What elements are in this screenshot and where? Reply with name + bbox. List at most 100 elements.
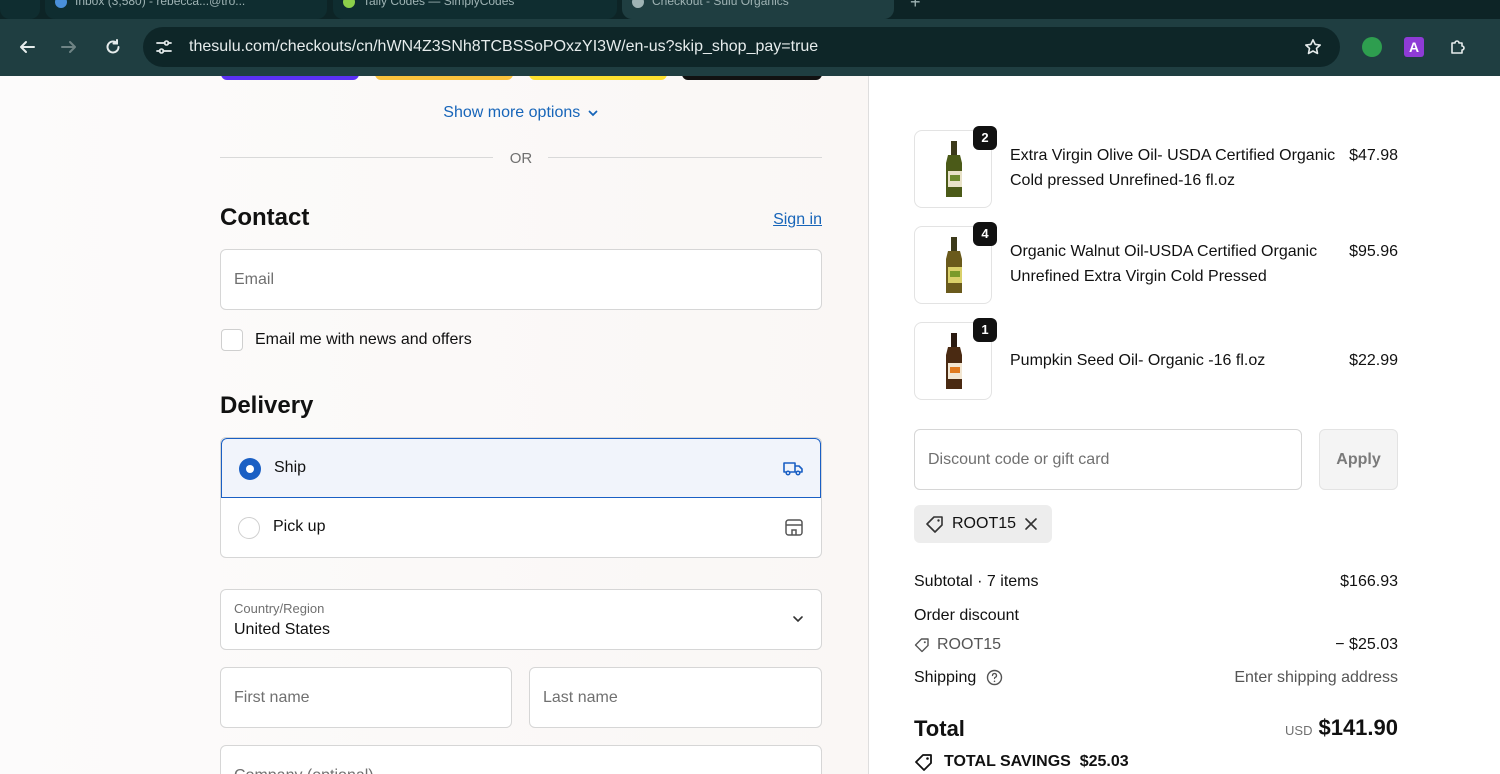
item-name: Extra Virgin Olive Oil- USDA Certified O… <box>1010 147 1336 189</box>
item-price: $22.99 <box>1349 352 1398 369</box>
tag-icon <box>914 638 929 653</box>
page-icon <box>632 0 644 8</box>
line-item: 4 Organic Walnut Oil-USDA Certified Orga… <box>914 222 1398 304</box>
shipping-label: Shipping <box>914 669 977 686</box>
item-name: Pumpkin Seed Oil- Organic -16 fl.oz <box>1010 352 1266 369</box>
discount-value: − $25.03 <box>1335 636 1398 653</box>
simplycodes-icon <box>343 0 355 8</box>
company-input[interactable] <box>234 746 808 774</box>
quantity-badge: 2 <box>973 126 997 150</box>
shop-pay-button[interactable] <box>221 76 359 80</box>
site-settings-icon[interactable] <box>155 38 173 56</box>
pickup-radio[interactable] <box>238 517 260 539</box>
order-discount-label: Order discount <box>914 607 1019 624</box>
email-input[interactable] <box>234 250 808 309</box>
new-tab-button[interactable]: + <box>910 0 921 13</box>
item-price: $47.98 <box>1349 147 1398 164</box>
close-icon[interactable] <box>1024 517 1038 531</box>
tab-title: Checkout - Sulu Organics <box>652 0 789 8</box>
delivery-option-pickup[interactable]: Pick up <box>221 498 821 557</box>
first-name-input[interactable] <box>234 668 498 727</box>
tab-checkout[interactable]: Checkout - Sulu Organics <box>622 0 894 19</box>
quantity-badge: 1 <box>973 318 997 342</box>
delivery-heading: Delivery <box>220 392 314 419</box>
apply-discount-button[interactable]: Apply <box>1319 429 1398 490</box>
profile-avatar[interactable]: A <box>1404 37 1424 57</box>
divider-line <box>548 157 822 158</box>
help-icon[interactable] <box>986 669 1003 686</box>
reload-button[interactable] <box>102 36 124 58</box>
total-label: Total <box>914 716 965 741</box>
country-label: Country/Region <box>234 601 325 616</box>
savings-value: $25.03 <box>1079 753 1129 770</box>
arrow-right-icon <box>61 41 76 53</box>
tab-search-button[interactable] <box>0 0 40 19</box>
applied-code-label: ROOT15 <box>952 515 1017 532</box>
ship-radio[interactable] <box>239 458 261 480</box>
last-name-input[interactable] <box>543 668 808 727</box>
url-path: /checkouts/cn/hWN4Z3SNh8TCBSSoPOxzYI3W/e… <box>275 38 819 55</box>
total-value: $141.90 <box>1318 715 1398 740</box>
arrow-left-icon <box>20 41 35 53</box>
address-bar[interactable]: thesulu.com/checkouts/cn/hWN4Z3SNh8TCBSS… <box>143 27 1340 67</box>
chevron-down-icon <box>793 616 803 623</box>
news-checkbox-label: Email me with news and offers <box>255 331 472 348</box>
news-checkbox[interactable] <box>221 329 243 351</box>
email-field[interactable] <box>220 249 822 310</box>
item-price: $95.96 <box>1349 243 1398 260</box>
tab-title: Tally Codes — SimplyCodes <box>363 0 515 8</box>
browser-toolbar: thesulu.com/checkouts/cn/hWN4Z3SNh8TCBSS… <box>0 19 1500 76</box>
applied-discount-chip: ROOT15 <box>914 505 1052 543</box>
delivery-option-ship[interactable]: Ship <box>221 438 821 498</box>
item-name: Organic Walnut Oil-USDA Certified Organi… <box>1010 243 1318 285</box>
savings-tag-icon <box>915 754 932 771</box>
first-name-field[interactable] <box>220 667 512 728</box>
discount-code-input[interactable] <box>928 430 1288 489</box>
company-field[interactable] <box>220 745 822 774</box>
truck-icon <box>783 462 803 476</box>
back-button[interactable] <box>16 36 38 58</box>
checkout-form: Show more options OR Contact Sign in Ema… <box>0 76 868 774</box>
tab-inbox[interactable]: Inbox (3,580) - rebecca...@tro... <box>45 0 327 19</box>
subtotal-label: Subtotal · 7 items <box>914 573 1039 590</box>
quantity-badge: 4 <box>973 222 997 246</box>
star-icon[interactable] <box>1304 38 1322 56</box>
line-item: 2 Extra Virgin Olive Oil- USDA Certified… <box>914 126 1398 208</box>
country-select[interactable]: Country/Region United States <box>220 589 822 650</box>
total-amount: USD $141.90 <box>1285 715 1398 741</box>
shipping-value: Enter shipping address <box>1234 669 1398 686</box>
sign-in-link[interactable]: Sign in <box>773 211 822 229</box>
url-domain: thesulu.com <box>189 38 276 55</box>
or-label: OR <box>509 150 533 167</box>
forward-button[interactable] <box>58 36 80 58</box>
order-summary: 2 Extra Virgin Olive Oil- USDA Certified… <box>869 76 1500 774</box>
chevron-down-icon <box>588 110 598 117</box>
delivery-options: Ship Pick up <box>220 437 822 558</box>
total-savings: TOTAL SAVINGS $25.03 <box>944 753 1129 771</box>
puzzle-icon[interactable] <box>1448 37 1468 57</box>
show-more-options-link[interactable]: Show more options <box>220 104 822 122</box>
mail-icon <box>55 0 67 8</box>
contact-heading: Contact <box>220 204 310 231</box>
last-name-field[interactable] <box>529 667 822 728</box>
extension-icon[interactable] <box>1362 37 1382 57</box>
gpay-button[interactable] <box>682 76 822 80</box>
pickup-label: Pick up <box>273 518 326 535</box>
venmo-button[interactable] <box>529 76 667 80</box>
tab-strip: Inbox (3,580) - rebecca...@tro... Tally … <box>0 0 1500 19</box>
tab-title: Inbox (3,580) - rebecca...@tro... <box>75 0 246 8</box>
subtotal-value: $166.93 <box>1340 573 1398 590</box>
line-item: 1 Pumpkin Seed Oil- Organic -16 fl.oz $2… <box>914 318 1398 400</box>
country-value: United States <box>234 621 331 638</box>
show-more-label: Show more options <box>443 104 581 121</box>
savings-label: TOTAL SAVINGS <box>944 753 1071 770</box>
tab-simplycodes[interactable]: Tally Codes — SimplyCodes <box>333 0 617 19</box>
or-divider: OR <box>220 148 822 168</box>
paypal-button[interactable] <box>375 76 513 80</box>
discount-code-label: ROOT15 <box>937 636 1002 653</box>
reload-icon <box>106 39 120 54</box>
url-text: thesulu.com/checkouts/cn/hWN4Z3SNh8TCBSS… <box>189 38 818 56</box>
ship-label: Ship <box>274 459 307 476</box>
tag-icon <box>926 516 943 533</box>
discount-code-field[interactable] <box>914 429 1302 490</box>
